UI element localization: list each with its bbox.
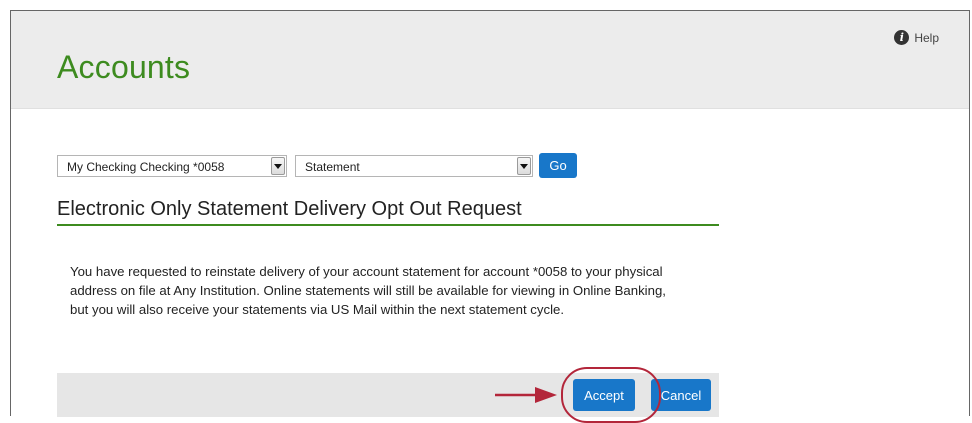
help-label: Help [914,30,939,45]
help-link[interactable]: i Help [894,30,939,45]
section-title: Electronic Only Statement Delivery Opt O… [57,198,522,220]
document-type-select[interactable]: Statement [295,155,533,177]
section-divider [57,224,719,226]
action-bar: Accept Cancel [57,373,719,417]
account-select[interactable]: My Checking Checking *0058 [57,155,287,177]
cancel-button[interactable]: Cancel [651,379,711,411]
chevron-down-icon[interactable] [517,157,531,175]
go-button[interactable]: Go [539,153,577,178]
chevron-down-icon[interactable] [271,157,285,175]
accept-button[interactable]: Accept [573,379,635,411]
opt-out-message: You have requested to reinstate delivery… [70,264,666,317]
app-window: Accounts i Help My Checking Checking *00… [10,10,970,423]
document-type-select-value: Statement [305,160,360,174]
info-circle-icon: i [894,30,910,45]
account-select-value: My Checking Checking *0058 [67,160,225,174]
page-header: Accounts i Help [11,11,969,109]
page-title: Accounts [57,49,191,85]
